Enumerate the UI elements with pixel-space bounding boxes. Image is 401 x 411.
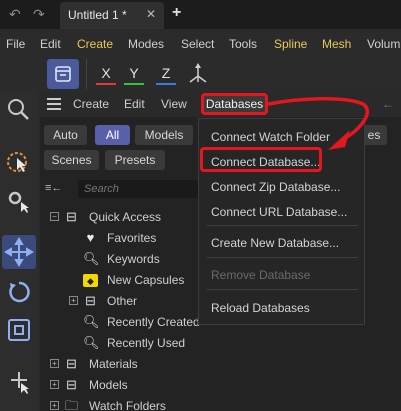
expand-icon[interactable]: + [50, 359, 59, 368]
title-bar: ↶ ↷ Untitled 1 * ✕ + [0, 0, 401, 29]
databases-menu-button[interactable]: Databases [201, 93, 268, 115]
filter-scenes-button[interactable]: Scenes [44, 150, 99, 170]
hamburger-menu-icon[interactable] [47, 98, 61, 110]
filter-models-button[interactable]: Models [135, 125, 193, 145]
menu-separator [207, 257, 358, 258]
menu-item-connect-url-database[interactable]: Connect URL Database... [211, 205, 347, 219]
tree-item-label: Recently Created [107, 315, 200, 329]
main-toolbar: X Y Z [0, 57, 401, 91]
box-stack-icon: ⊟ [66, 209, 77, 224]
close-tab-icon[interactable]: ✕ [146, 7, 156, 21]
tree-item-label: Quick Access [89, 210, 162, 224]
menu-modes[interactable]: Modes [128, 37, 164, 51]
asset-browser-menubar: Create Edit View Databases ← [40, 91, 401, 117]
redo-icon[interactable]: ↷ [33, 6, 45, 23]
menu-edit[interactable]: Edit [40, 37, 61, 51]
x-axis-button[interactable]: X [92, 60, 120, 88]
box-stack-icon: ⊟ [66, 356, 77, 371]
z-axis-label: Z [161, 65, 171, 81]
menu-separator [207, 225, 358, 226]
tree-item-label: Materials [89, 357, 138, 371]
capsule-icon: ◆ [83, 274, 98, 287]
expand-icon[interactable]: + [50, 380, 59, 389]
tree-item-label: Favorites [107, 231, 157, 245]
document-tab[interactable]: Untitled 1 * ✕ [60, 2, 164, 29]
menu-view-asset[interactable]: View [161, 97, 187, 111]
expand-icon[interactable]: + [50, 401, 59, 410]
menu-item-connect-zip-database[interactable]: Connect Zip Database... [211, 180, 340, 194]
folder-icon: 🗀 [64, 398, 78, 411]
new-tab-icon[interactable]: + [172, 4, 181, 22]
toolbar-divider [86, 59, 87, 89]
live-selection-icon[interactable] [2, 145, 36, 179]
tree-item-label: Recently Used [107, 336, 186, 350]
tree-item-label: New Capsules [107, 273, 185, 287]
back-arrow-icon[interactable]: ← [382, 97, 394, 111]
menu-item-connect-watch-folder[interactable]: Connect Watch Folder [211, 130, 330, 144]
transform-tool-icon[interactable] [2, 363, 36, 397]
box-stack-icon: ⊟ [66, 377, 77, 392]
y-axis-button[interactable]: Y [120, 60, 148, 88]
collapse-icon[interactable]: − [50, 212, 59, 221]
filter-all-button[interactable]: All [95, 125, 130, 145]
filter-presets-button[interactable]: Presets [105, 150, 165, 170]
z-axis-button[interactable]: Z [152, 60, 180, 88]
coordinate-system-icon[interactable] [184, 60, 212, 88]
menu-spline[interactable]: Spline [274, 37, 307, 51]
expand-icon[interactable]: + [69, 296, 78, 305]
search-input[interactable]: Search [78, 180, 198, 198]
menu-create-asset[interactable]: Create [73, 97, 109, 111]
menu-volume[interactable]: Volum [367, 37, 400, 51]
menu-item-remove-database: Remove Database [211, 268, 311, 282]
magnifier-icon: 🔍︎ [83, 251, 100, 266]
filter-auto-button[interactable]: Auto [44, 125, 87, 145]
tree-item-label: Models [89, 378, 128, 392]
x-axis-label: X [101, 65, 111, 81]
heart-icon: ♥ [86, 230, 95, 245]
undo-icon[interactable]: ↶ [9, 6, 21, 23]
tree-item-label: Keywords [107, 252, 160, 266]
menu-bar: File Edit Create Modes Select Tools Spli… [0, 29, 401, 57]
menu-select[interactable]: Select [181, 37, 214, 51]
cube-box-icon [55, 66, 71, 82]
y-axis-label: Y [129, 65, 139, 81]
menu-edit-asset[interactable]: Edit [124, 97, 145, 111]
box-stack-icon: ⊟ [85, 293, 96, 308]
tree-item-label: Other [107, 294, 138, 308]
menu-item-reload-databases[interactable]: Reload Databases [211, 301, 310, 315]
magnifier-icon: 🔍︎ [83, 314, 100, 329]
document-tab-title: Untitled 1 * [68, 8, 127, 22]
tree-item-label: Watch Folders [89, 399, 166, 411]
collapse-tree-icon[interactable]: ≡← [45, 182, 62, 194]
object-mode-button[interactable] [47, 59, 79, 89]
rotate-tool-icon[interactable] [2, 275, 36, 309]
menu-item-create-new-database[interactable]: Create New Database... [211, 236, 339, 250]
move-gear-icon[interactable] [2, 183, 36, 217]
annotation-highlight-box [200, 147, 322, 172]
menu-create[interactable]: Create [77, 37, 113, 51]
menu-file[interactable]: File [6, 37, 25, 51]
magnifier-icon: 🔍︎ [83, 335, 100, 350]
move-tool-icon[interactable] [2, 235, 36, 269]
left-tool-column [0, 91, 38, 411]
zoom-search-icon[interactable] [2, 93, 36, 127]
scale-tool-icon[interactable] [2, 313, 36, 347]
menu-separator [207, 289, 358, 290]
menu-tools[interactable]: Tools [229, 37, 257, 51]
menu-mesh[interactable]: Mesh [322, 37, 351, 51]
